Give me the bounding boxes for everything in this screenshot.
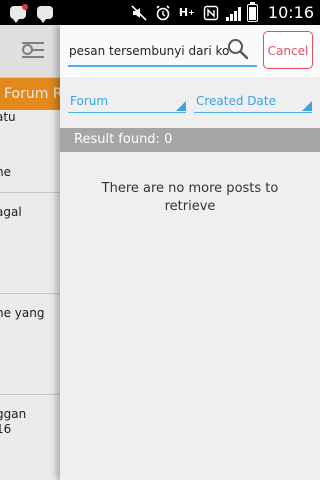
status-bar: H + 10:16 — [0, 0, 320, 25]
drawer-list-item[interactable]: ggan 16 — [0, 395, 60, 475]
side-drawer: Forum R atu ne agal ne yang ggan 16 — [0, 25, 60, 480]
dropdown-arrow-icon — [302, 101, 312, 111]
bbm-icon — [9, 3, 28, 23]
cancel-button[interactable]: Cancel — [263, 31, 313, 69]
forum-filter-label: Forum — [70, 94, 109, 108]
search-bar: pesan tersembunyi dari ko Cancel — [60, 25, 320, 77]
drawer-list-item[interactable]: agal — [0, 193, 60, 294]
forum-filter-dropdown[interactable]: Forum — [68, 90, 186, 113]
drawer-item-text: ne yang — [0, 306, 45, 320]
drawer-list-item[interactable]: ne yang — [0, 294, 60, 395]
drawer-menu-icon[interactable] — [22, 41, 44, 59]
nfc-icon — [202, 5, 220, 21]
result-count-bar: Result found: 0 — [60, 128, 320, 152]
hplus-icon: H + — [178, 6, 195, 19]
drawer-item-text: ne — [0, 165, 11, 179]
drawer-list-item[interactable]: atu ne — [0, 110, 60, 193]
clock: 10:16 — [267, 3, 314, 22]
drawer-item-text: 16 — [0, 422, 12, 436]
drawer-forum-header: Forum R — [0, 78, 60, 110]
drawer-item-text: agal — [0, 205, 22, 219]
search-panel: pesan tersembunyi dari ko Cancel Forum C… — [60, 25, 320, 480]
chat-icon — [36, 4, 54, 23]
drawer-header — [0, 25, 60, 78]
empty-results-message: There are no more posts to retrieve — [101, 181, 279, 214]
search-icon[interactable] — [226, 37, 250, 61]
drawer-item-text: ggan — [0, 407, 27, 421]
mute-icon — [130, 4, 148, 21]
dropdown-arrow-icon — [176, 101, 186, 111]
filter-row: Forum Created Date — [60, 85, 320, 117]
drawer-item-text: atu — [0, 110, 16, 124]
created-date-filter-label: Created Date — [196, 94, 276, 108]
signal-icon — [225, 5, 241, 21]
battery-icon — [246, 1, 258, 22]
alarm-icon — [154, 4, 172, 21]
created-date-filter-dropdown[interactable]: Created Date — [194, 90, 312, 113]
